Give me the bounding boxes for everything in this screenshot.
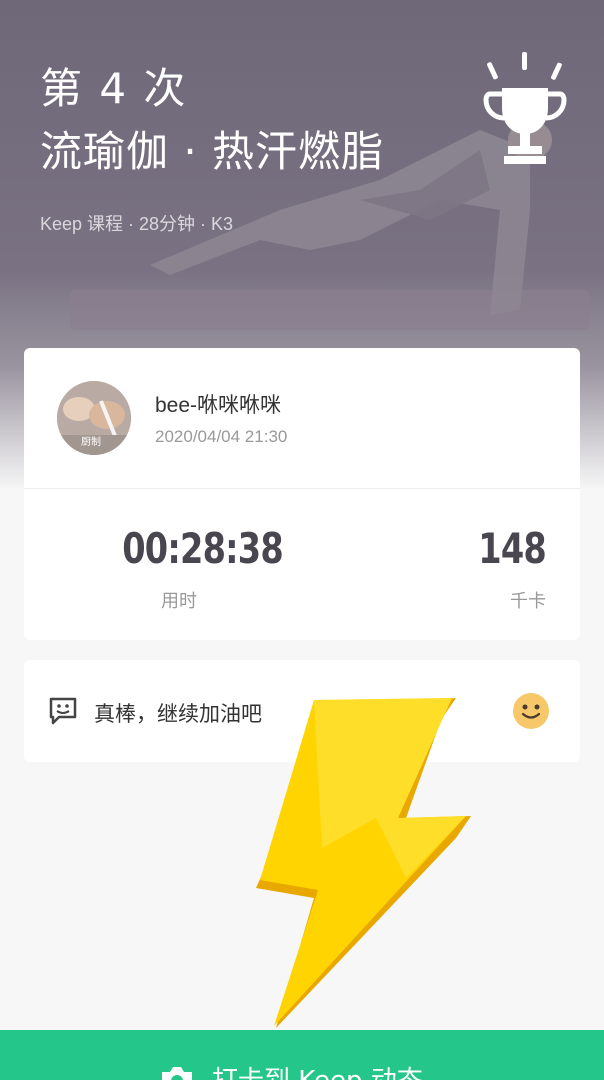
checkin-button-content: 打卡到 Keep 动态 (160, 1060, 423, 1080)
calories-stat: 148 千卡 (406, 524, 547, 613)
calories-value: 148 (478, 524, 547, 573)
avatar-image: 厨制 (57, 381, 131, 455)
lightning-bolt-icon (256, 698, 471, 1028)
smile-emoji-icon[interactable] (512, 692, 550, 730)
divider (24, 488, 580, 489)
avatar-caption: 厨制 (81, 435, 101, 448)
trophy-icon[interactable] (480, 50, 570, 170)
calories-label: 千卡 (510, 591, 546, 612)
camera-icon (162, 1066, 192, 1080)
duration-value: 00:28:38 (122, 524, 284, 573)
hero-text: 第 4 次 流瑜伽 · 热汗燃脂 Keep 课程 · 28分钟 · K3 (40, 58, 400, 236)
duration-stat: 00:28:38 用时 (108, 524, 284, 613)
checkin-button[interactable]: 打卡到 Keep 动态 (0, 1030, 604, 1080)
workout-summary-card: 厨制 bee-咻咪咻咪 2020/04/04 21:30 00:28:38 用时… (24, 348, 580, 640)
course-meta: Keep 课程 · 28分钟 · K3 (40, 214, 234, 234)
course-title: 流瑜伽 · 热汗燃脂 (40, 127, 385, 176)
comment-text: 真棒，继续加油吧 (94, 702, 262, 726)
chat-bubble-icon (49, 697, 77, 725)
avatar[interactable]: 厨制 (57, 381, 131, 455)
checkin-label: 打卡到 Keep 动态 (212, 1060, 423, 1080)
workout-datetime: 2020/04/04 21:30 (155, 427, 288, 446)
user-row[interactable]: 厨制 bee-咻咪咻咪 2020/04/04 21:30 (57, 381, 557, 457)
user-name: bee-咻咪咻咪 (155, 394, 282, 417)
session-count: 第 4 次 (40, 64, 188, 113)
duration-label: 用时 (161, 591, 197, 612)
